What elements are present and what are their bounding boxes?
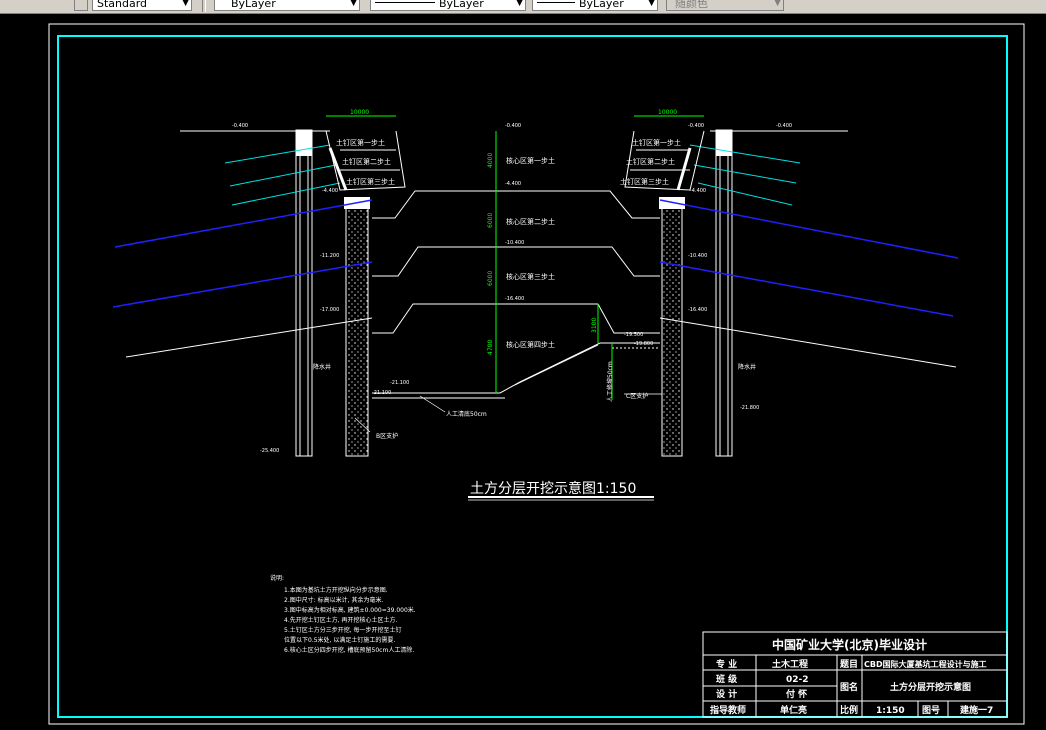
label-soil-nail-1-left: 土钉区第一步土 (336, 138, 385, 147)
chevron-down-icon: ▼ (516, 0, 523, 8)
note-line: 3.图中标高为相对标高, 建筑±0.000=39.000米. (284, 606, 416, 614)
plot-style-dropdown[interactable]: 随颜色 ▼ (666, 0, 784, 11)
properties-toolbar: Standard ▼ ByLayer ▼ ByLayer ▼ ByLayer ▼… (0, 0, 1046, 14)
layer-value: ByLayer (231, 0, 276, 10)
lineweight-dropdown[interactable]: ByLayer ▼ (532, 0, 658, 11)
elev-21: -21.100 (390, 380, 409, 386)
leader-lines (354, 393, 662, 433)
tb-drawing-value: 土方分层开挖示意图 (890, 681, 971, 693)
soil-nails-left (224, 144, 341, 206)
notes: 说明: 1.本图为基坑土方开挖纵向分步示意图. 2.图中尺寸: 标高以米计, 其… (270, 574, 416, 654)
linetype-value: ByLayer (439, 0, 484, 10)
dim-d3: 6000 (487, 271, 494, 286)
lineweight-value: ByLayer (579, 0, 624, 10)
text-style-dropdown[interactable]: Standard ▼ (92, 0, 192, 11)
elev-19-b: -19.800 (634, 341, 653, 347)
label-soil-nail-3-left: 土钉区第三步土 (346, 177, 395, 186)
tb-drawing-label: 图名 (840, 681, 858, 693)
label-soil-nail-3-right: 土钉区第三步土 (620, 177, 669, 186)
elev-17-l: -17.000 (320, 307, 339, 313)
chevron-down-icon: ▼ (350, 0, 357, 8)
dimension-texts: 10000 10000 4000 6000 6000 4700 3100 (350, 109, 677, 355)
tb-scale-label: 比例 (840, 704, 858, 716)
elev-21-r: -21.800 (740, 405, 759, 411)
dim-d2: 6000 (487, 213, 494, 228)
annotation-labels: 降水井 降水井 B区支护 C区支护 人工清底50cm 人工修坡50cm (313, 361, 756, 440)
label-dewater-left: 降水井 (313, 363, 331, 371)
note-line: 6.核心土区分四步开挖, 槽底预留50cm人工清除. (284, 646, 414, 654)
note-line: 位置以下0.5米处, 以满足土钉施工的需要. (284, 636, 395, 644)
layer-dropdown[interactable]: ByLayer ▼ (214, 0, 360, 11)
excavation-profile (325, 130, 705, 399)
elev-10-c: -10.400 (505, 240, 524, 246)
label-soil-nail-2-right: 土钉区第二步土 (626, 157, 675, 166)
linetype-dropdown[interactable]: ByLayer ▼ (370, 0, 526, 11)
drawing-canvas[interactable]: 10000 10000 4000 6000 6000 4700 3100 -0.… (0, 13, 1046, 730)
note-heading: 说明: (270, 574, 284, 582)
label-soil-nail-1-right: 土钉区第一步土 (632, 138, 681, 147)
elev-top-r: -0.400 (688, 123, 704, 129)
label-core-1: 核心区第一步土 (506, 156, 555, 165)
dim-d4: 4700 (487, 340, 494, 355)
tb-scale-value: 1:150 (876, 706, 905, 716)
tb-topic-label: 题目 (839, 659, 858, 670)
elev-top-c: -0.400 (505, 123, 521, 129)
tb-designer-label: 设 计 (716, 688, 737, 700)
elev-19-r: -19.500 (624, 332, 643, 338)
chevron-down-icon: ▼ (774, 0, 781, 8)
tb-class-value: 02-2 (786, 675, 809, 685)
title-block-text: 中国矿业大学(北京)毕业设计 专 业 土木工程 题目 CBD国际大厦基坑工程设计… (710, 637, 993, 716)
label-manual-clean: 人工清底50cm (446, 410, 487, 418)
elev-11-l: -11.200 (320, 253, 339, 259)
note-line: 1.本图为基坑土方开挖纵向分步示意图. (284, 586, 388, 594)
soil-nails-right (689, 144, 801, 206)
elev-top-rr: -0.400 (776, 123, 792, 129)
label-support-c: C区支护 (626, 392, 648, 400)
note-line: 4.先开挖土钉区土方, 再开挖核心土区土方. (284, 616, 398, 624)
elev-4-c: -4.400 (505, 181, 521, 187)
label-support-b: B区支护 (376, 432, 398, 440)
chevron-down-icon: ▼ (182, 0, 189, 8)
label-soil-nail-2-left: 土钉区第二步土 (342, 157, 391, 166)
text-style-icon[interactable] (74, 0, 88, 11)
elev-top-l: -0.400 (232, 123, 248, 129)
tb-advisor-value: 单仁亮 (780, 704, 807, 716)
tb-number-label: 图号 (922, 705, 940, 716)
tb-major-label: 专 业 (716, 658, 737, 670)
label-core-3: 核心区第三步土 (506, 272, 555, 281)
tb-number-value: 建施一7 (960, 704, 993, 716)
note-line: 2.图中尺寸: 标高以米计, 其余为毫米. (284, 596, 383, 604)
linetype-swatch (375, 2, 435, 3)
label-manual-slope: 人工修坡50cm (606, 361, 614, 402)
elevation-texts: -0.400 -0.400 -0.400 -0.400 -4.400 -4.40… (232, 123, 792, 454)
elev-10-r: -10.400 (688, 253, 707, 259)
elev-4-r: -4.400 (690, 188, 706, 194)
chevron-down-icon: ▼ (648, 0, 655, 8)
label-core-4: 核心区第四步土 (506, 340, 555, 349)
note-line: 5.土钉区土方分三步开挖, 每一步开挖至土钉 (284, 626, 402, 634)
dim-left-width: 10000 (350, 109, 369, 116)
dim-d1: 4000 (487, 153, 494, 168)
plot-style-value: 随颜色 (675, 0, 708, 10)
elev-25: -25.400 (260, 448, 279, 454)
elev-16-r: -16.400 (688, 307, 707, 313)
lineweight-swatch (537, 2, 575, 3)
elev-16-c: -16.400 (505, 296, 524, 302)
tb-major-value: 土木工程 (772, 658, 808, 670)
dim-right-width: 10000 (658, 109, 677, 116)
tb-class-label: 班 级 (716, 673, 738, 685)
label-core-2: 核心区第二步土 (506, 217, 555, 226)
university-name: 中国矿业大学(北京)毕业设计 (772, 637, 927, 652)
dim-d5: 3100 (591, 318, 598, 333)
elev-21-b: -21.100 (372, 390, 391, 396)
tb-advisor-label: 指导教师 (710, 704, 746, 716)
label-dewater-right: 降水井 (738, 363, 756, 371)
tb-designer-value: 付 怀 (786, 688, 807, 700)
elev-4-l: -4.400 (322, 188, 338, 194)
right-retaining-wall (659, 129, 733, 457)
drawing-title: 土方分层开挖示意图1:150 (470, 480, 636, 497)
toolbar-separator (202, 0, 206, 12)
tb-topic-value: CBD国际大厦基坑工程设计与施工 (864, 659, 987, 669)
text-style-value: Standard (97, 0, 148, 10)
